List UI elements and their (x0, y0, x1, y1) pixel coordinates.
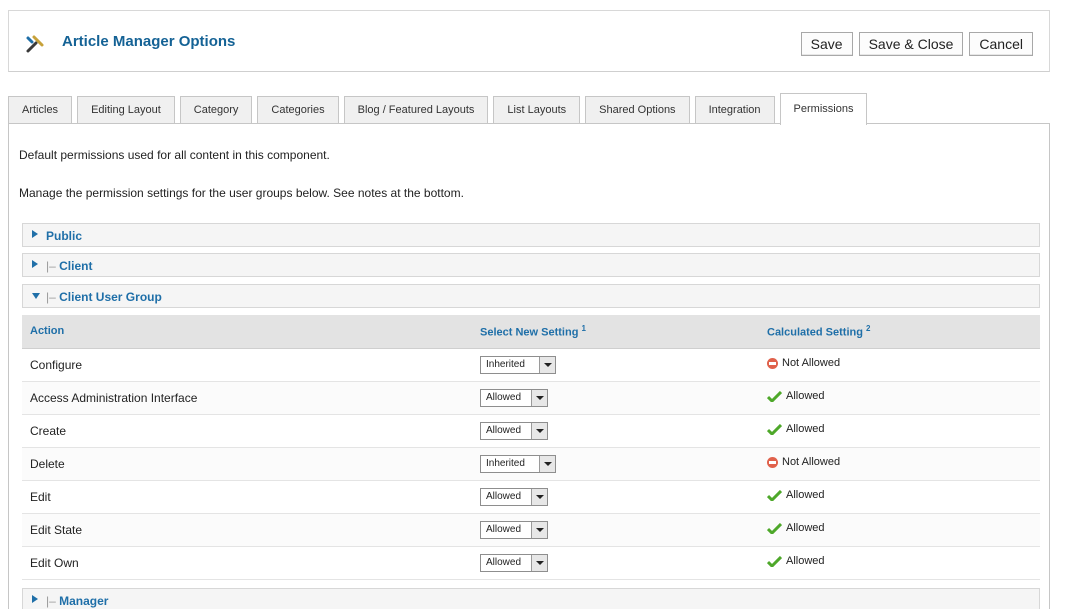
group-label: Public (46, 229, 83, 243)
group-public[interactable]: Public (22, 223, 1040, 247)
tab-articles[interactable]: Articles (8, 96, 73, 124)
table-row: Configure Inherited Not Allowed (22, 348, 1040, 382)
save-and-close-button[interactable]: Save & Close (858, 32, 964, 56)
table-header-row: Action Select New Setting 1 Calculated S… (22, 315, 1040, 349)
options-tabs: Articles Editing Layout Category Categor… (8, 92, 872, 125)
setting-select[interactable]: Inherited (480, 355, 556, 374)
not-allowed-icon (767, 456, 778, 468)
group-client[interactable]: |– Client (22, 253, 1040, 277)
action-name: Access Administration Interface (22, 381, 472, 415)
expand-arrow-icon (32, 595, 38, 603)
check-icon (767, 489, 782, 501)
calculated-setting: Allowed (786, 489, 825, 502)
tab-category[interactable]: Category (179, 96, 253, 124)
table-row: Delete Inherited Not Allowed (22, 447, 1040, 481)
check-icon (767, 522, 782, 534)
chevron-down-icon (531, 488, 547, 505)
tab-blog-featured-layouts[interactable]: Blog / Featured Layouts (343, 96, 489, 124)
save-button[interactable]: Save (800, 32, 853, 56)
table-row: Edit State Allowed Allowed (22, 513, 1040, 547)
toolbar: Save Save & Close Cancel (800, 32, 1033, 56)
table-row: Edit Own Allowed Allowed (22, 546, 1040, 580)
calculated-setting: Not Allowed (782, 357, 841, 370)
setting-select[interactable]: Allowed (480, 520, 548, 539)
permissions-panel: Default permissions used for all content… (8, 123, 1050, 609)
group-label: Client (59, 259, 93, 273)
chevron-down-icon (531, 422, 547, 439)
tab-editing-layout[interactable]: Editing Layout (77, 96, 175, 124)
chevron-down-icon (531, 521, 547, 538)
cancel-button[interactable]: Cancel (969, 32, 1033, 56)
not-allowed-icon (767, 357, 778, 369)
action-column-header: Action (22, 315, 472, 349)
group-label: Client User Group (59, 290, 162, 304)
permissions-table: Action Select New Setting 1 Calculated S… (22, 315, 1040, 580)
calculated-setting: Allowed (786, 522, 825, 535)
calculated-setting: Allowed (786, 390, 825, 403)
expand-arrow-icon (32, 230, 38, 238)
table-row: Edit Allowed Allowed (22, 480, 1040, 514)
calculated-setting-column-header: Calculated Setting 2 (759, 315, 1040, 349)
action-name: Edit State (22, 513, 472, 547)
chevron-down-icon (531, 554, 547, 571)
calculated-setting: Allowed (786, 555, 825, 568)
calculated-setting: Allowed (786, 423, 825, 436)
action-name: Edit Own (22, 546, 472, 580)
select-setting-column-header: Select New Setting 1 (472, 315, 759, 349)
default-permissions-description: Default permissions used for all content… (19, 148, 330, 162)
tab-permissions[interactable]: Permissions (779, 93, 868, 125)
setting-select[interactable]: Allowed (480, 388, 548, 407)
setting-select[interactable]: Allowed (480, 487, 548, 506)
tab-integration[interactable]: Integration (694, 96, 775, 124)
tab-list-layouts[interactable]: List Layouts (493, 96, 581, 124)
table-row: Create Allowed Allowed (22, 414, 1040, 448)
setting-select[interactable]: Inherited (480, 454, 556, 473)
page-header: Article Manager Options Save Save & Clos… (8, 10, 1050, 72)
check-icon (767, 555, 782, 567)
calculated-setting: Not Allowed (782, 456, 841, 469)
tab-shared-options[interactable]: Shared Options (585, 96, 690, 124)
collapse-arrow-icon (32, 293, 40, 299)
action-name: Edit (22, 480, 472, 514)
action-name: Delete (22, 447, 472, 481)
group-manager[interactable]: |– Manager (22, 588, 1040, 609)
expand-arrow-icon (32, 260, 38, 268)
group-label: Manager (59, 594, 109, 608)
check-icon (767, 390, 782, 402)
table-row: Access Administration Interface Allowed … (22, 381, 1040, 415)
chevron-down-icon (539, 356, 555, 373)
setting-select[interactable]: Allowed (480, 421, 548, 440)
group-client-user-group[interactable]: |– Client User Group (22, 284, 1040, 308)
action-name: Create (22, 414, 472, 448)
action-name: Configure (22, 348, 472, 382)
tools-icon (26, 35, 44, 53)
chevron-down-icon (531, 389, 547, 406)
manage-permissions-description: Manage the permission settings for the u… (19, 186, 464, 200)
check-icon (767, 423, 782, 435)
chevron-down-icon (539, 455, 555, 472)
page-title: Article Manager Options (62, 33, 236, 50)
setting-select[interactable]: Allowed (480, 553, 548, 572)
tab-categories[interactable]: Categories (257, 96, 339, 124)
